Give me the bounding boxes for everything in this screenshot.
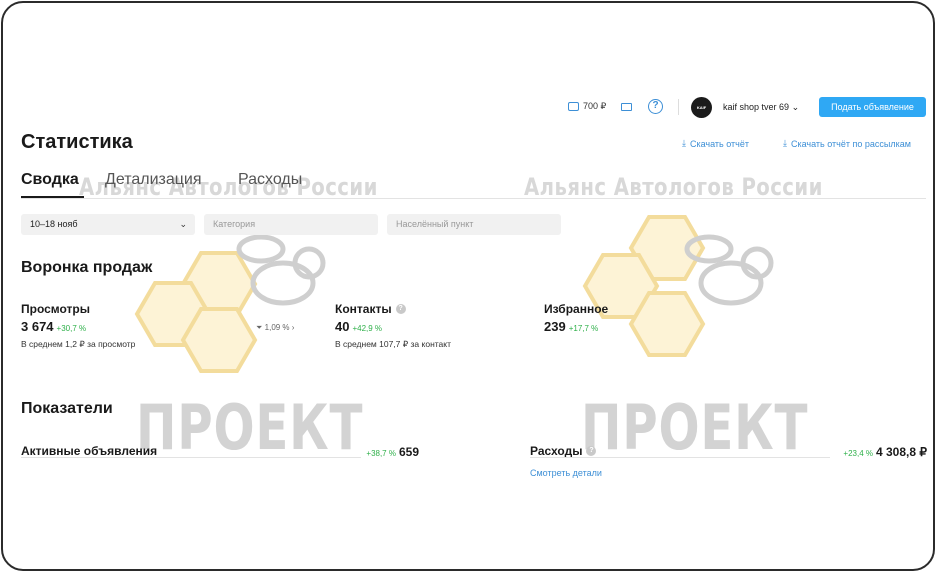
- wallet-icon: [568, 102, 579, 111]
- filter-icon: ⏷: [256, 323, 263, 332]
- category-placeholder: Категория: [213, 219, 256, 229]
- location-placeholder: Населённый пункт: [396, 219, 474, 229]
- download-report-label: Скачать отчёт: [689, 138, 749, 149]
- wallet-balance[interactable]: 700 ₽: [568, 101, 606, 112]
- active-ads-bar: [21, 457, 361, 458]
- category-select[interactable]: Категория: [204, 214, 378, 235]
- expenses-delta: +23,4 %: [843, 449, 873, 458]
- shop-selector[interactable]: kaif shop tver 69 ⌄: [723, 102, 799, 113]
- avatar[interactable]: KAIF SHOP: [691, 97, 712, 131]
- favorites-label: Избранное: [544, 302, 609, 316]
- top-bar: 700 ₽ ? KAIF SHOP kaif shop tver 69 ⌄ По…: [3, 97, 933, 131]
- expenses-value: +23,4 % 4 308,8 ₽: [843, 445, 927, 459]
- info-icon[interactable]: ?: [586, 446, 597, 456]
- contacts-label: Контакты ?: [335, 302, 406, 316]
- bee-icon: [236, 234, 326, 306]
- chevron-right-icon: ›: [291, 323, 295, 332]
- favorites-delta: +17,7 %: [568, 324, 599, 333]
- expenses-bar: [530, 457, 830, 458]
- active-ads-value: +38,7 % 659: [366, 445, 419, 459]
- honeycomb-watermark-left: [134, 234, 326, 373]
- info-icon[interactable]: ?: [395, 304, 406, 314]
- date-range-value: 10–18 нояб: [30, 219, 78, 229]
- chevron-down-icon: ⌄: [791, 102, 800, 112]
- active-ads-label: Активные объявления: [21, 444, 158, 458]
- post-ad-button[interactable]: Подать объявление: [819, 97, 926, 117]
- page-title: Статистика: [21, 131, 133, 153]
- views-label: Просмотры: [21, 302, 91, 316]
- contacts-note: В среднем 107,7 ₽ за контакт: [335, 339, 451, 349]
- active-tab-indicator: [21, 196, 84, 198]
- download-icon: ⤓: [682, 138, 686, 148]
- tab-details[interactable]: Детализация: [105, 171, 202, 189]
- balance-amount: 700 ₽: [583, 101, 607, 111]
- watermark-project-right: ПРОЕКТ: [581, 391, 809, 464]
- expenses-label: Расходы ?: [530, 444, 597, 458]
- view-details-link[interactable]: Смотреть детали: [530, 468, 602, 478]
- views-delta: +30,7 %: [56, 324, 87, 333]
- download-mailing-report-label: Скачать отчёт по рассылкам: [790, 138, 911, 149]
- location-select[interactable]: Населённый пункт: [387, 214, 561, 235]
- favorites-value: 239 +17,7 %: [544, 319, 599, 334]
- views-note: В среднем 1,2 ₽ за просмотр: [21, 339, 136, 349]
- contacts-value: 40 +42,9 %: [335, 319, 383, 334]
- shop-name: kaif shop tver 69: [723, 102, 790, 112]
- conversion-badge[interactable]: ⏷ 1,09 % ›: [256, 323, 294, 333]
- tab-summary[interactable]: Сводка: [21, 171, 79, 189]
- indicators-title: Показатели: [21, 400, 113, 417]
- contacts-delta: +42,9 %: [352, 324, 383, 333]
- active-ads-delta: +38,7 %: [366, 449, 396, 458]
- views-value: 3 674 +30,7 %: [21, 319, 87, 334]
- tab-expenses[interactable]: Расходы: [238, 171, 302, 189]
- bee-icon: [684, 234, 774, 306]
- date-range-select[interactable]: 10–18 нояб ⌄: [21, 214, 195, 235]
- watermark-project-left: ПРОЕКТ: [136, 391, 364, 464]
- help-icon[interactable]: ?: [648, 99, 663, 114]
- chevron-down-icon: ⌄: [179, 219, 187, 229]
- download-report-link[interactable]: ⤓ Скачать отчёт: [682, 138, 749, 149]
- honeycomb-watermark-right: [582, 215, 774, 357]
- card-icon[interactable]: [621, 103, 632, 111]
- download-icon: ⤓: [783, 138, 787, 148]
- download-mailing-report-link[interactable]: ⤓ Скачать отчёт по рассылкам: [783, 138, 911, 149]
- conversion-value: 1,09 %: [264, 323, 290, 332]
- funnel-title: Воронка продаж: [21, 259, 153, 276]
- screenshot-frame: Альянс Автологов России Альянс Автологов…: [1, 1, 935, 571]
- divider: [678, 99, 679, 115]
- tab-bar: Сводка Детализация Расходы: [21, 169, 926, 199]
